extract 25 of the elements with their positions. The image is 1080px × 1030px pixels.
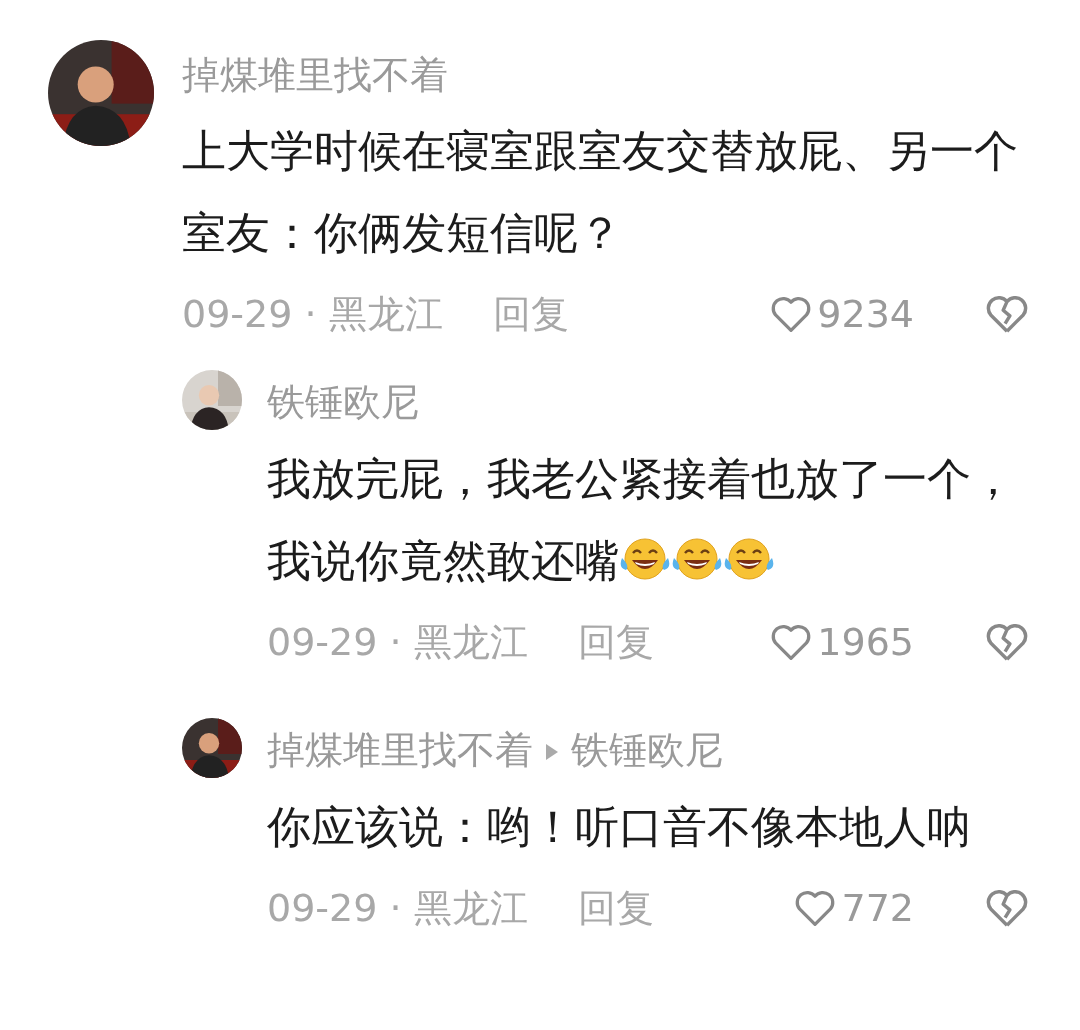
username[interactable]: 铁锤欧尼: [571, 725, 723, 775]
dislike-button[interactable]: [984, 621, 1030, 663]
dislike-button[interactable]: [984, 887, 1030, 929]
comment-text: 上大学时候在寝室跟室友交替放屁、另一个室友：你俩发短信呢？: [182, 124, 1019, 260]
like-button[interactable]: 772: [793, 879, 914, 937]
reply-button[interactable]: 回复: [577, 879, 654, 937]
username[interactable]: 掉煤堆里找不着: [267, 725, 533, 775]
date-location: 09-29 · 黑龙江: [182, 290, 443, 338]
laughing-emoji-icon: [619, 536, 671, 582]
laughing-emoji-icon: [671, 536, 723, 582]
date-location: 09-29 · 黑龙江: [267, 618, 528, 666]
like-button[interactable]: 1965: [769, 613, 914, 671]
date-location: 09-29 · 黑龙江: [267, 884, 528, 932]
reply-button[interactable]: 回复: [577, 613, 654, 671]
laughing-emoji-icon: [723, 536, 775, 582]
broken-heart-icon: [984, 887, 1030, 929]
broken-heart-icon: [984, 621, 1030, 663]
like-button[interactable]: 9234: [769, 285, 914, 343]
comment-text: 我放完屁，我老公紧接着也放了一个，我说你竟然敢还嘴: [267, 452, 1016, 588]
comment-text: 你应该说：哟！听口音不像本地人呐: [267, 800, 972, 854]
reply-button[interactable]: 回复: [492, 285, 569, 343]
dislike-button[interactable]: [984, 293, 1030, 335]
username[interactable]: 铁锤欧尼: [267, 377, 419, 427]
username[interactable]: 掉煤堆里找不着: [182, 50, 448, 100]
broken-heart-icon: [984, 293, 1030, 335]
